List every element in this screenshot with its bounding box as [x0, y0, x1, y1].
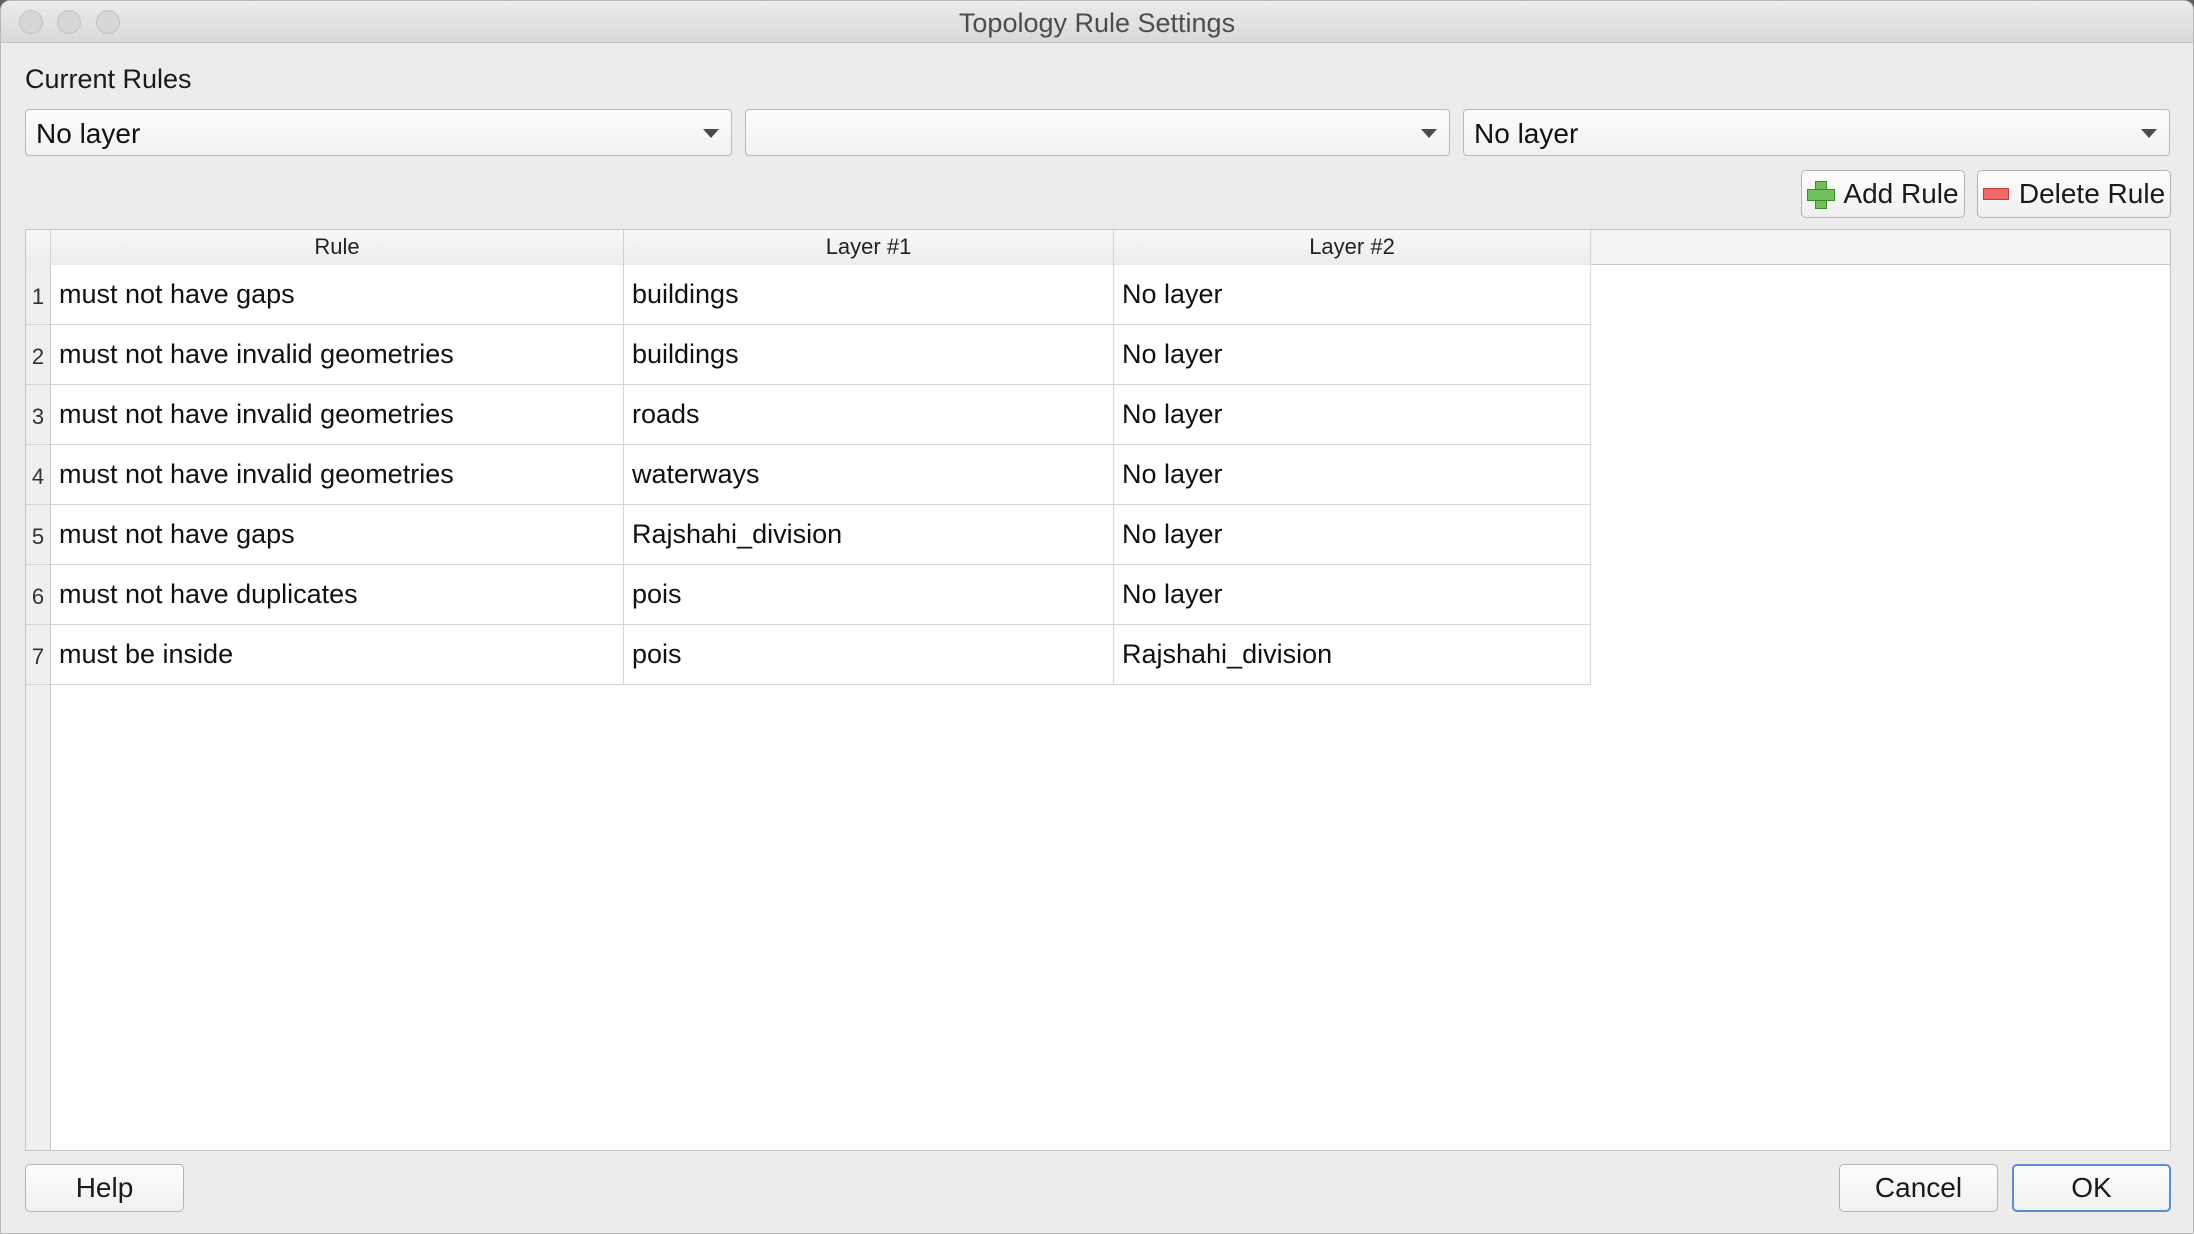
chevron-down-icon: [1421, 129, 1437, 138]
cell-rule[interactable]: must not have duplicates: [51, 565, 624, 625]
row-number[interactable]: 2: [26, 325, 51, 385]
corner-header: [26, 230, 51, 265]
row-number[interactable]: 7: [26, 625, 51, 685]
rule-select[interactable]: [745, 109, 1450, 156]
cell-layer1[interactable]: roads: [624, 385, 1114, 445]
cell-layer2[interactable]: No layer: [1114, 505, 1591, 565]
cell-layer2[interactable]: No layer: [1114, 265, 1591, 325]
layer1-select-value: No layer: [36, 118, 141, 149]
layer1-select[interactable]: No layer: [25, 109, 732, 156]
layer2-select-value: No layer: [1474, 118, 1579, 149]
row-number[interactable]: 3: [26, 385, 51, 445]
cell-rule[interactable]: must be inside: [51, 625, 624, 685]
row-number[interactable]: 4: [26, 445, 51, 505]
cell-layer1[interactable]: buildings: [624, 325, 1114, 385]
ok-label: OK: [2071, 1172, 2112, 1203]
cell-rule[interactable]: must not have invalid geometries: [51, 385, 624, 445]
table-row[interactable]: 7 must be inside pois Rajshahi_division: [26, 625, 1591, 685]
table-header: Rule Layer #1 Layer #2: [26, 230, 2170, 265]
chevron-down-icon: [2141, 129, 2157, 138]
help-button[interactable]: Help: [25, 1164, 184, 1212]
cancel-label: Cancel: [1874, 1172, 1963, 1203]
table-row[interactable]: 3 must not have invalid geometries roads No…: [26, 385, 1591, 445]
cell-layer2[interactable]: No layer: [1114, 325, 1591, 385]
minus-icon: [1982, 188, 2009, 200]
table-row[interactable]: 5 must not have gaps Rajshahi_division No l…: [26, 505, 1591, 565]
cell-layer2[interactable]: No layer: [1114, 445, 1591, 505]
rules-table[interactable]: Rule Layer #1 Layer #2 1 must not have ga…: [25, 229, 2171, 1151]
cell-layer1[interactable]: waterways: [624, 445, 1114, 505]
cancel-button[interactable]: Cancel: [1839, 1164, 1998, 1212]
cell-layer2[interactable]: No layer: [1114, 565, 1591, 625]
column-header-layer2[interactable]: Layer #2: [1114, 230, 1591, 265]
plus-icon: [1807, 181, 1836, 209]
cell-rule[interactable]: must not have gaps: [51, 265, 624, 325]
row-number[interactable]: 6: [26, 565, 51, 625]
row-number[interactable]: 1: [26, 265, 51, 325]
delete-rule-button[interactable]: Delete Rule: [1977, 170, 2171, 218]
chevron-down-icon: [703, 129, 719, 138]
help-label: Help: [75, 1172, 134, 1203]
cell-layer2[interactable]: Rajshahi_division: [1114, 625, 1591, 685]
cell-rule[interactable]: must not have invalid geometries: [51, 445, 624, 505]
layer2-select[interactable]: No layer: [1463, 109, 2170, 156]
cell-layer1[interactable]: Rajshahi_division: [624, 505, 1114, 565]
delete-rule-label: Delete Rule: [2018, 178, 2166, 209]
cell-rule[interactable]: must not have gaps: [51, 505, 624, 565]
cell-layer1[interactable]: pois: [624, 565, 1114, 625]
add-rule-label: Add Rule: [1843, 178, 1959, 209]
title-bar: Topology Rule Settings: [1, 1, 2193, 43]
current-rules-label: Current Rules: [25, 64, 192, 94]
cell-layer2[interactable]: No layer: [1114, 385, 1591, 445]
topology-rule-settings-window: Topology Rule Settings Current Rules No …: [0, 0, 2194, 1234]
add-rule-button[interactable]: Add Rule: [1801, 170, 1965, 218]
table-row[interactable]: 6 must not have duplicates pois No layer: [26, 565, 1591, 625]
column-header-rule[interactable]: Rule: [51, 230, 624, 265]
ok-button[interactable]: OK: [2012, 1164, 2171, 1212]
cell-layer1[interactable]: pois: [624, 625, 1114, 685]
table-row[interactable]: 1 must not have gaps buildings No layer: [26, 265, 1591, 325]
cell-rule[interactable]: must not have invalid geometries: [51, 325, 624, 385]
column-header-layer1[interactable]: Layer #1: [624, 230, 1114, 265]
row-number[interactable]: 5: [26, 505, 51, 565]
table-row[interactable]: 4 must not have invalid geometries waterwa…: [26, 445, 1591, 505]
table-row[interactable]: 2 must not have invalid geometries buildin…: [26, 325, 1591, 385]
window-title: Topology Rule Settings: [958, 8, 1236, 38]
cell-layer1[interactable]: buildings: [624, 265, 1114, 325]
